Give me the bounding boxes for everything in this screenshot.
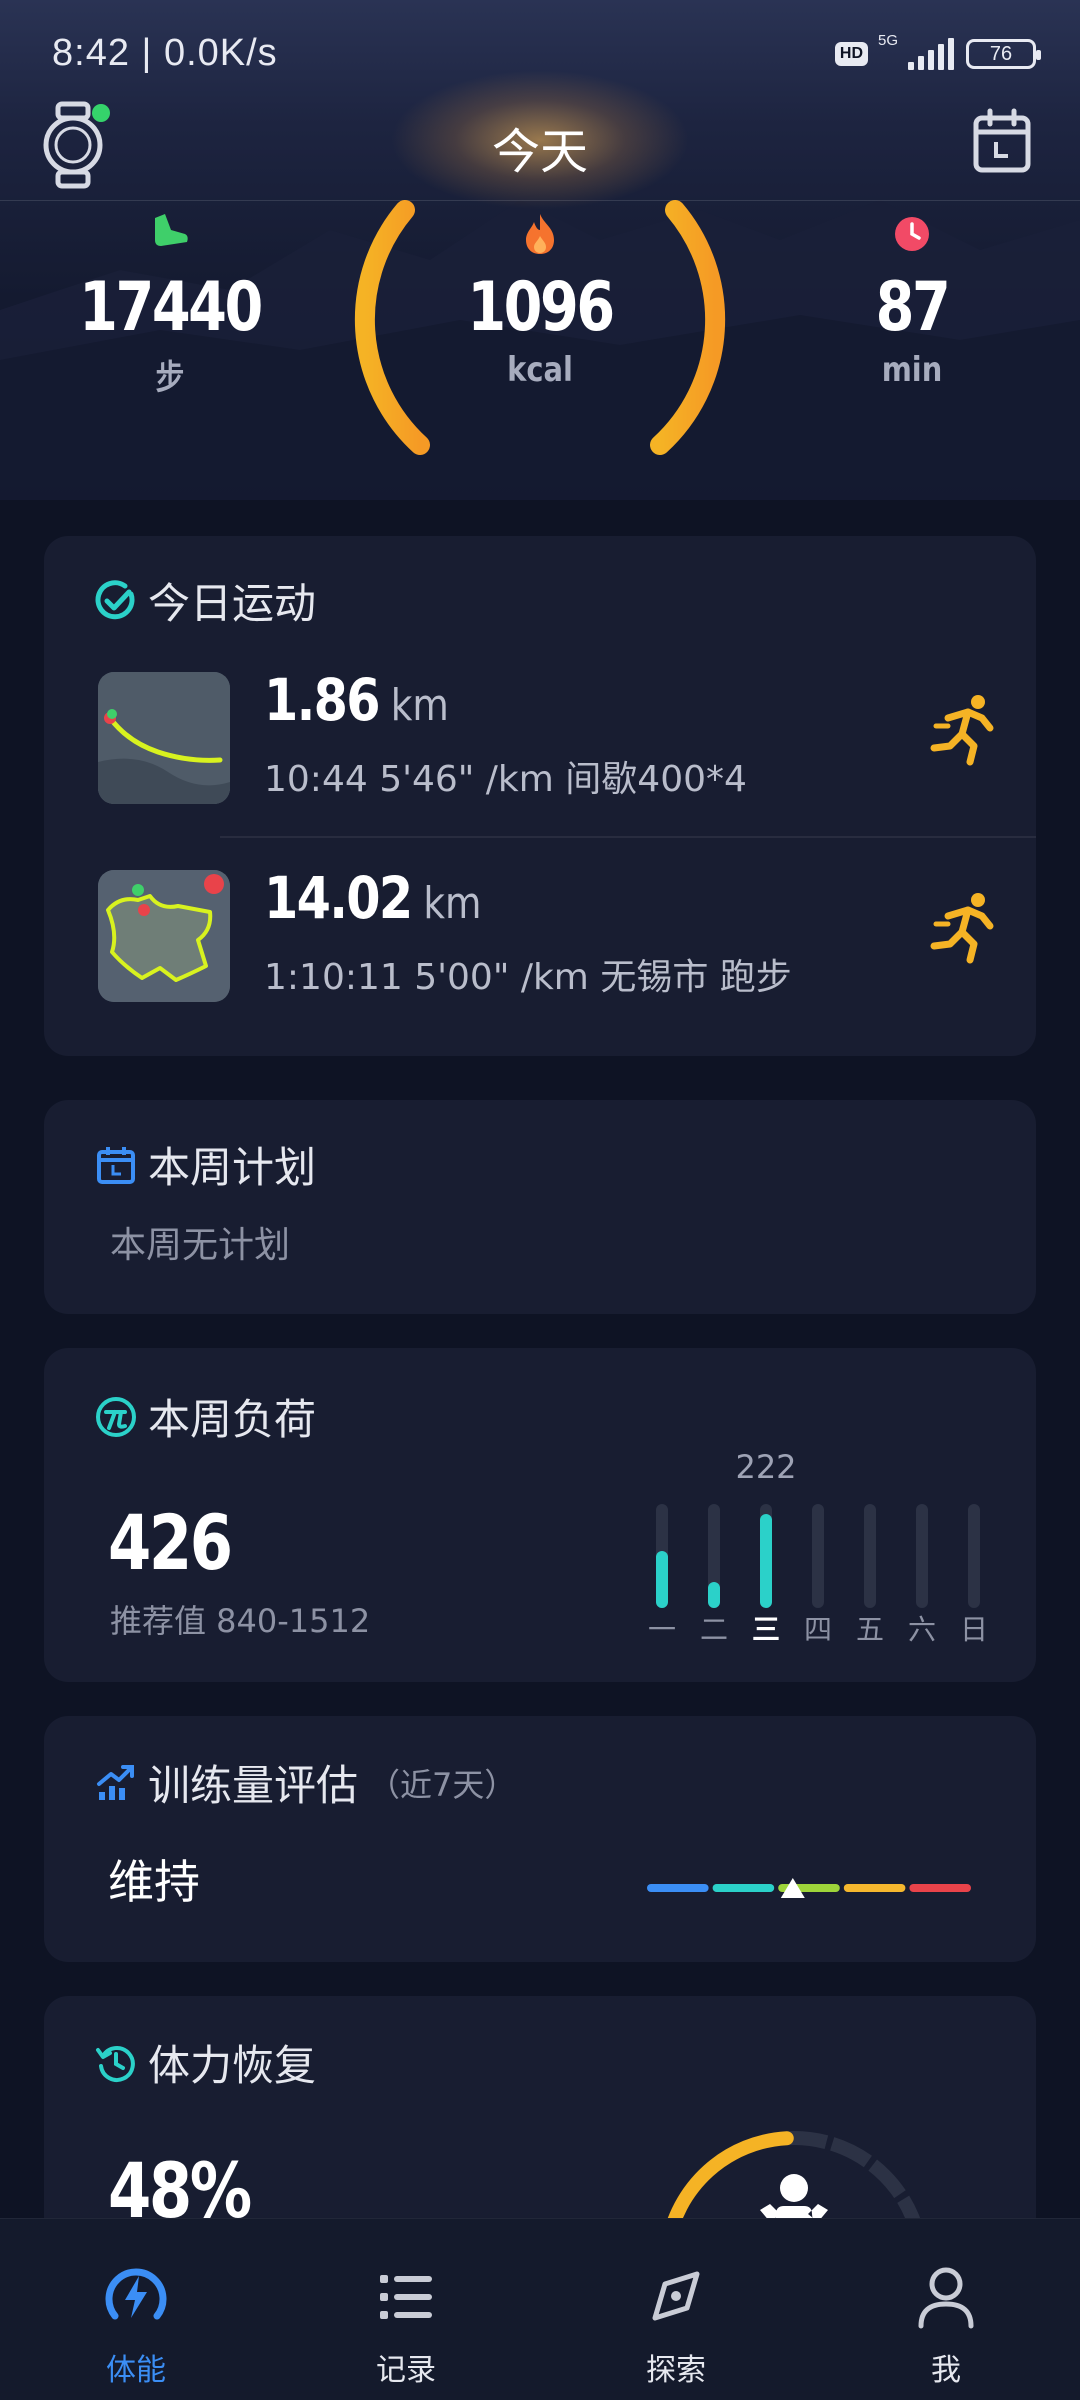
load-bar-5 <box>916 1504 928 1608</box>
bottom-navigation: 体能 记录 探索 我 <box>0 2218 1080 2400</box>
training-gauge <box>647 1878 971 1898</box>
weekly-load-recommended: 推荐值 840-1512 <box>110 1602 371 1640</box>
load-bar-6 <box>968 1504 980 1608</box>
calendar-icon[interactable] <box>972 108 1032 174</box>
activity-distance: 1.86 km <box>264 666 449 734</box>
running-icon <box>926 690 1006 770</box>
status-icons: HD 5G 76 <box>834 32 1041 74</box>
training-assessment-subtitle: （近7天） <box>368 1765 517 1804</box>
running-icon <box>926 888 1006 968</box>
minutes-value: 87 <box>875 268 951 347</box>
battery-level: 76 <box>989 42 1013 65</box>
gauge-segment <box>712 1884 775 1892</box>
page-title: 今天 <box>491 124 588 180</box>
load-day-label: 二 <box>699 1613 728 1646</box>
activity-row[interactable]: 14.02 km 1:10:11 5'00" /km 无锡市 跑步 <box>98 864 1036 1040</box>
load-day-label: 五 <box>855 1613 884 1646</box>
weekly-load-label: 本周负荷 <box>148 1395 317 1444</box>
training-assessment-label: 训练量评估 <box>148 1761 359 1810</box>
weekly-load-title: 本周负荷 <box>94 1386 316 1447</box>
steps-unit: 步 <box>155 358 185 398</box>
load-day-label: 六 <box>907 1613 936 1646</box>
nav-fitness-label: 体能 <box>106 2353 166 2388</box>
battery-icon: 76 <box>966 39 1041 69</box>
weekly-plan-label: 本周计划 <box>148 1143 317 1192</box>
recovery-label: 体力恢复 <box>148 2041 317 2090</box>
load-day-label: 四 <box>803 1613 832 1646</box>
activity-detail: 1:10:11 5'00" /km 无锡市 跑步 <box>264 957 792 998</box>
steps-value: 17440 <box>79 268 263 347</box>
fitness-icon <box>56 2259 216 2335</box>
route-map-thumbnail <box>98 672 230 804</box>
today-exercise-card[interactable]: 今日运动 1.86 km 10:44 5'46" /km 间歇400*4 14.… <box>44 536 1036 1056</box>
calories-unit: kcal <box>507 350 573 390</box>
training-assessment-title: 训练量评估 （近7天） <box>94 1752 516 1813</box>
weekly-load-value: 426 <box>108 1498 233 1587</box>
flame-icon <box>420 212 660 258</box>
load-icon <box>94 1395 138 1439</box>
compass-icon <box>596 2259 756 2335</box>
user-icon <box>866 2259 1026 2335</box>
route-map-thumbnail <box>98 870 230 1002</box>
nav-me-label: 我 <box>931 2353 961 2388</box>
gauge-segment <box>843 1884 906 1892</box>
today-exercise-title: 今日运动 <box>94 570 316 631</box>
load-bar-0 <box>656 1504 668 1608</box>
nav-explore[interactable]: 探索 <box>596 2259 756 2389</box>
network-label: 5G <box>878 32 899 49</box>
check-circle-icon <box>94 579 138 623</box>
load-bar-1 <box>708 1504 720 1608</box>
load-bar-2 <box>760 1504 772 1608</box>
load-day-label: 日 <box>959 1613 988 1646</box>
nav-records[interactable]: 记录 <box>326 2259 486 2389</box>
today-exercise-label: 今日运动 <box>148 579 317 628</box>
list-icon <box>326 2259 486 2335</box>
activity-detail: 10:44 5'46" /km 间歇400*4 <box>264 759 747 800</box>
load-peak-label: 222 <box>735 1448 797 1486</box>
load-bar-4 <box>864 1504 876 1608</box>
calendar-plan-icon <box>94 1143 138 1187</box>
nav-me[interactable]: 我 <box>866 2259 1026 2389</box>
load-bar-3 <box>812 1504 824 1608</box>
minutes-stat[interactable]: 87 min <box>792 212 1032 390</box>
weekly-load-card[interactable]: 本周负荷 426 推荐值 840-1512 一二三四五六日 222 <box>44 1348 1036 1682</box>
activity-distance: 14.02 km <box>264 864 482 932</box>
status-bar: 8:42 | 0.0K/s HD 5G 76 <box>0 0 1080 100</box>
gauge-segment <box>909 1884 971 1892</box>
activity-row[interactable]: 1.86 km 10:44 5'46" /km 间歇400*4 <box>98 666 1036 842</box>
nav-fitness[interactable]: 体能 <box>56 2259 216 2389</box>
gauge-segment <box>647 1884 709 1892</box>
hd-badge: HD <box>834 42 868 66</box>
clock-icon <box>792 212 1032 258</box>
recovery-icon <box>94 2041 138 2085</box>
shoe-icon <box>50 212 290 258</box>
weekly-load-chart: 一二三四五六日 222 <box>634 1448 1014 1648</box>
training-status: 维持 <box>108 1855 200 1909</box>
person-head-icon <box>780 2174 808 2202</box>
load-day-label: 三 <box>751 1613 780 1646</box>
trend-up-icon <box>94 1761 138 1805</box>
minutes-unit: min <box>881 350 943 390</box>
weekly-plan-empty: 本周无计划 <box>110 1225 291 1266</box>
status-time: 8:42 | 0.0K/s <box>52 32 278 74</box>
nav-records-label: 记录 <box>376 2353 436 2388</box>
nav-explore-label: 探索 <box>646 2353 706 2388</box>
load-day-label: 一 <box>647 1613 676 1646</box>
recovery-title: 体力恢复 <box>94 2032 316 2093</box>
calories-stat[interactable]: 1096 kcal <box>420 212 660 390</box>
weekly-plan-title: 本周计划 <box>94 1134 316 1195</box>
signal-icon: 5G <box>878 32 954 70</box>
activity-divider <box>220 836 1036 838</box>
calories-value: 1096 <box>467 268 615 347</box>
weekly-plan-card[interactable]: 本周计划 本周无计划 <box>44 1100 1036 1314</box>
training-assessment-card[interactable]: 训练量评估 （近7天） 维持 <box>44 1716 1036 1962</box>
steps-stat[interactable]: 17440 步 <box>50 212 290 399</box>
